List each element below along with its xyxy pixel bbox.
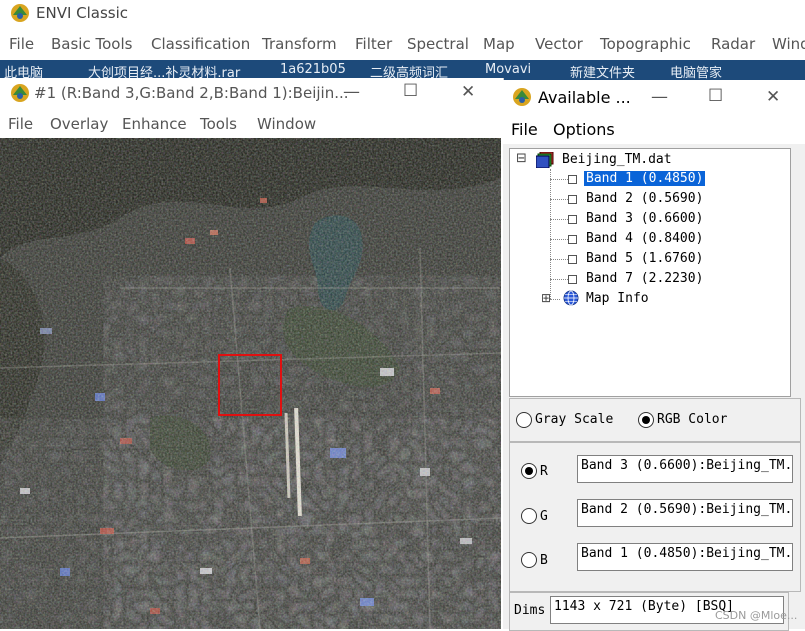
green-channel-radio[interactable]	[521, 508, 537, 524]
band-node-icon	[568, 275, 577, 284]
envi-menu-classification[interactable]: Classification	[151, 35, 250, 53]
red-channel-label: R	[540, 464, 548, 479]
red-band-field[interactable]: Band 3 (0.6600):Beijing_TM.dat	[577, 455, 793, 483]
tree-band-item[interactable]: Band 4 (0.8400)	[586, 231, 703, 246]
envi-menu-transform[interactable]: Transform	[262, 35, 337, 53]
envi-titlebar: ENVI Classic	[0, 0, 805, 28]
available-window-title: Available ...	[538, 88, 631, 107]
tree-connector	[550, 279, 568, 280]
collapse-tree-icon[interactable]: ⊟	[516, 151, 527, 166]
available-window-titlebar: Available ... — ☐ ✕	[503, 80, 805, 116]
envi-menu-map[interactable]: Map	[483, 35, 515, 53]
color-mode-panel: Gray Scale RGB Color	[509, 398, 801, 442]
tree-connector	[550, 299, 560, 300]
envi-menu-spectral[interactable]: Spectral	[407, 35, 469, 53]
rgb-assignment-panel: R Band 3 (0.6600):Beijing_TM.dat G Band …	[509, 442, 801, 592]
blue-channel-label: B	[540, 553, 548, 568]
tree-connector	[550, 199, 568, 200]
image-window: #1 (R:Band 3,G:Band 2,B:Band 1):Beijin..…	[0, 78, 504, 629]
tree-band-item[interactable]: Band 2 (0.5690)	[586, 191, 703, 206]
envi-menu-filter[interactable]: Filter	[355, 35, 392, 53]
tree-band-item[interactable]: Band 7 (2.2230)	[586, 271, 703, 286]
dims-label: Dims	[514, 603, 546, 618]
image-window-title: #1 (R:Band 3,G:Band 2,B:Band 1):Beijin..…	[34, 84, 349, 102]
rgb-color-label: RGB Color	[657, 412, 728, 427]
blue-band-field[interactable]: Band 1 (0.4850):Beijing_TM.dat	[577, 543, 793, 571]
image-window-menubar: File Overlay Enhance Tools Window	[0, 110, 503, 138]
envi-menu-window[interactable]: Wind	[772, 35, 805, 53]
band-node-icon	[568, 175, 577, 184]
available-window-menubar: File Options	[503, 116, 805, 144]
image-menu-enhance[interactable]: Enhance	[122, 115, 187, 133]
green-band-field[interactable]: Band 2 (0.5690):Beijing_TM.dat	[577, 499, 793, 527]
minimize-button[interactable]: —	[651, 87, 668, 107]
band-node-icon	[568, 215, 577, 224]
image-menu-overlay[interactable]: Overlay	[50, 115, 108, 133]
envi-menu-basic-tools[interactable]: Basic Tools	[51, 35, 132, 53]
tree-connector	[550, 239, 568, 240]
envi-logo-icon	[11, 4, 29, 22]
image-menu-window[interactable]: Window	[257, 115, 316, 133]
close-button[interactable]: ✕	[766, 87, 780, 107]
image-menu-tools[interactable]: Tools	[200, 115, 237, 133]
band-node-icon	[568, 195, 577, 204]
gray-scale-radio[interactable]	[516, 412, 532, 428]
rgb-color-radio[interactable]	[638, 412, 654, 428]
tree-file-name[interactable]: Beijing_TM.dat	[562, 152, 672, 167]
close-button[interactable]: ✕	[461, 82, 475, 102]
band-tree: ⊟ Beijing_TM.dat Band 1 (0.4850) Band 2 …	[509, 148, 791, 397]
desktop-item: 1a621b05	[280, 62, 346, 77]
band-node-icon	[568, 235, 577, 244]
blue-channel-radio[interactable]	[521, 552, 537, 568]
desktop-item: 电脑管家	[670, 66, 723, 81]
watermark-text: CSDN @Mloe...	[715, 609, 798, 622]
tree-band-item[interactable]: Band 3 (0.6600)	[586, 211, 703, 226]
band-node-icon	[568, 255, 577, 264]
envi-logo-icon	[513, 88, 531, 106]
maximize-button[interactable]: ☐	[708, 86, 723, 106]
satellite-image	[0, 138, 501, 629]
globe-icon	[563, 290, 579, 306]
tree-connector	[550, 179, 568, 180]
gray-scale-label: Gray Scale	[535, 412, 614, 427]
expand-tree-icon[interactable]: ⊞	[541, 291, 551, 305]
envi-menubar: File Basic Tools Classification Transfor…	[0, 28, 805, 60]
tree-map-info[interactable]: Map Info	[586, 291, 649, 306]
tree-connector	[550, 259, 568, 260]
envi-window-title: ENVI Classic	[36, 4, 129, 22]
raster-file-icon	[536, 152, 554, 168]
tree-band-item[interactable]: Band 1 (0.4850)	[584, 171, 706, 186]
minimize-button[interactable]: —	[343, 82, 360, 102]
envi-logo-icon	[11, 84, 29, 102]
red-channel-radio[interactable]	[521, 463, 537, 479]
available-menu-options[interactable]: Options	[553, 120, 615, 139]
image-window-titlebar: #1 (R:Band 3,G:Band 2,B:Band 1):Beijin..…	[0, 78, 503, 110]
tree-connector	[550, 219, 568, 220]
available-bands-window: Available ... — ☐ ✕ File Options ⊟ Beiji…	[503, 80, 805, 631]
envi-menu-file[interactable]: File	[9, 35, 34, 53]
desktop-item: 新建文件夹	[570, 66, 636, 81]
envi-menu-radar[interactable]: Radar	[711, 35, 755, 53]
envi-menu-topographic[interactable]: Topographic	[600, 35, 691, 53]
tree-band-item[interactable]: Band 5 (1.6760)	[586, 251, 703, 266]
desktop-item: Movavi	[485, 62, 532, 77]
envi-menu-vector[interactable]: Vector	[535, 35, 583, 53]
image-menu-file[interactable]: File	[8, 115, 33, 133]
maximize-button[interactable]: ☐	[403, 81, 418, 101]
satellite-image-canvas[interactable]	[0, 138, 501, 629]
green-channel-label: G	[540, 509, 548, 524]
available-menu-file[interactable]: File	[511, 120, 538, 139]
